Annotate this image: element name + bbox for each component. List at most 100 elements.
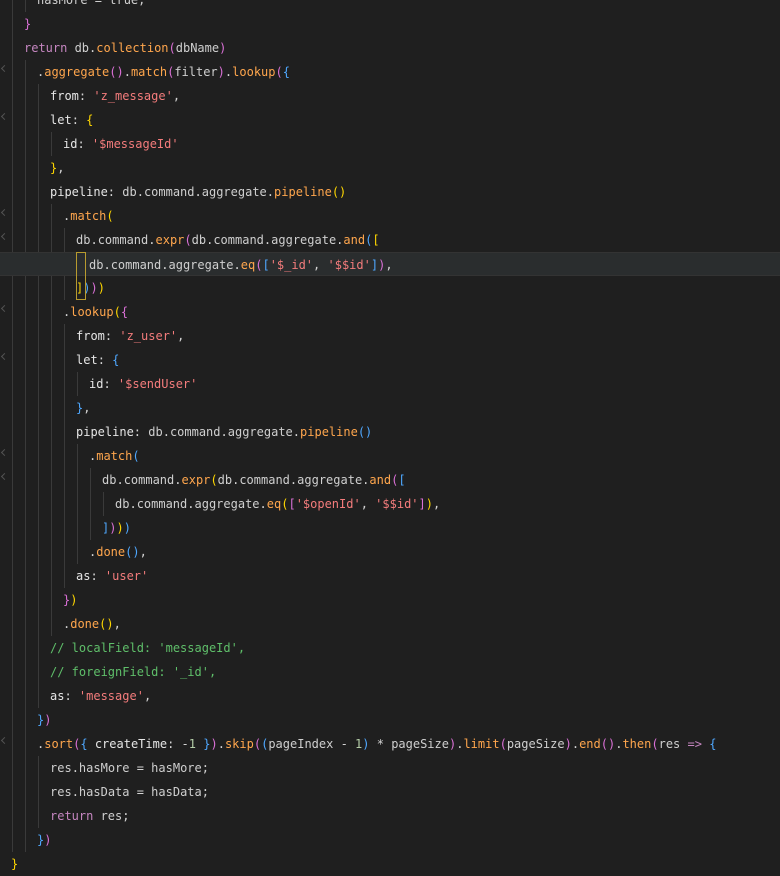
code-line-current[interactable]: db.command.aggregate.eq(['$_id', '$$id']…: [0, 252, 780, 276]
code-line[interactable]: id: '$messageId': [0, 132, 780, 156]
code-token: command: [123, 473, 175, 487]
code-token: :: [107, 185, 123, 199]
code-token: (: [499, 737, 507, 751]
code-token: createTime: [87, 737, 168, 751]
code-token: ): [116, 521, 124, 535]
code-token: expr: [181, 473, 211, 487]
code-line[interactable]: from: 'z_user',: [0, 324, 780, 348]
code-token: .: [174, 473, 182, 487]
code-line[interactable]: db.command.aggregate.eq(['$openId', '$$i…: [0, 492, 780, 516]
code-line[interactable]: }): [0, 588, 780, 612]
code-token: aggregate: [44, 65, 110, 79]
code-line[interactable]: as: 'message',: [0, 684, 780, 708]
code-token: ,: [237, 641, 246, 655]
code-line[interactable]: },: [0, 396, 780, 420]
code-token: ): [219, 41, 227, 55]
code-token: ,: [177, 329, 185, 343]
code-token: :: [77, 137, 92, 151]
code-line[interactable]: hasMore = true;: [0, 0, 780, 12]
code-token: 'z_message': [93, 89, 173, 103]
code-token: .: [90, 233, 98, 247]
code-token: and: [369, 473, 392, 487]
code-line[interactable]: .match(: [0, 444, 780, 468]
code-line[interactable]: // localField: 'messageId',: [0, 636, 780, 660]
code-token: ): [44, 833, 52, 847]
code-token: command: [136, 497, 188, 511]
code-token: (: [253, 737, 262, 751]
code-line[interactable]: .done(),: [0, 612, 780, 636]
code-token: .: [103, 258, 111, 272]
code-token: .: [194, 185, 202, 199]
code-line[interactable]: ]))): [0, 276, 780, 300]
code-line[interactable]: as: 'user': [0, 564, 780, 588]
code-token: // foreignField:: [50, 665, 173, 679]
code-line[interactable]: }: [0, 12, 780, 36]
code-token: aggregate: [168, 258, 234, 272]
code-token: as: [76, 569, 91, 583]
code-token: // localField:: [50, 641, 159, 655]
code-token: ,: [360, 497, 376, 511]
code-token: .: [129, 497, 137, 511]
code-token: ): [210, 737, 218, 751]
code-line[interactable]: }: [0, 852, 780, 876]
code-token: .: [187, 497, 195, 511]
code-token: .: [266, 185, 275, 199]
code-token: dbName: [175, 41, 220, 55]
code-line[interactable]: .lookup({: [0, 300, 780, 324]
code-line[interactable]: },: [0, 156, 780, 180]
code-token: ,: [385, 258, 393, 272]
code-line[interactable]: db.command.expr(db.command.aggregate.and…: [0, 228, 780, 252]
code-token: let: [50, 113, 72, 127]
code-line[interactable]: res.hasData = hasData;: [0, 780, 780, 804]
code-token: .: [123, 65, 131, 79]
code-line[interactable]: }): [0, 828, 780, 852]
code-token: ): [425, 497, 433, 511]
code-line[interactable]: // foreignField: '_id',: [0, 660, 780, 684]
code-token: match: [70, 209, 107, 223]
code-line[interactable]: from: 'z_message',: [0, 84, 780, 108]
code-line[interactable]: let: {: [0, 108, 780, 132]
code-line[interactable]: pipeline: db.command.aggregate.pipeline(…: [0, 180, 780, 204]
code-line[interactable]: db.command.expr(db.command.aggregate.and…: [0, 468, 780, 492]
code-line[interactable]: .done(),: [0, 540, 780, 564]
code-token: hasMore: [78, 761, 137, 775]
code-line[interactable]: id: '$sendUser': [0, 372, 780, 396]
code-line[interactable]: let: {: [0, 348, 780, 372]
code-token: (): [600, 737, 616, 751]
code-line[interactable]: }): [0, 708, 780, 732]
code-line[interactable]: .sort({ createTime: -1 }).skip((pageInde…: [0, 732, 780, 756]
code-token: (: [184, 233, 192, 247]
code-token: 'user': [104, 569, 149, 583]
code-token: match: [130, 65, 168, 79]
code-token: (): [357, 425, 373, 439]
code-token: {: [709, 737, 717, 751]
code-token: '$_id': [269, 258, 314, 272]
code-line[interactable]: res.hasMore = hasMore;: [0, 756, 780, 780]
code-token: res: [50, 761, 72, 775]
code-token: aggregate: [227, 425, 293, 439]
code-token: pageSize: [391, 737, 449, 751]
code-editor[interactable]: hasMore = true;} return db.collection(dbN…: [0, 0, 780, 874]
code-line[interactable]: ]))): [0, 516, 780, 540]
code-token: .: [71, 761, 79, 775]
code-line[interactable]: return res;: [0, 804, 780, 828]
code-token: then: [622, 737, 652, 751]
code-line[interactable]: pipeline: db.command.aggregate.pipeline(…: [0, 420, 780, 444]
code-token: db: [115, 497, 130, 511]
code-token: (: [651, 737, 659, 751]
code-token: :: [133, 425, 149, 439]
code-token: ;: [201, 761, 209, 775]
code-token: match: [96, 449, 133, 463]
code-line[interactable]: .aggregate().match(filter).lookup({: [0, 60, 780, 84]
code-token: (: [106, 209, 114, 223]
code-token: hasMore = true;: [37, 0, 146, 7]
code-line[interactable]: return db.collection(dbName): [0, 36, 780, 60]
code-token: {: [282, 65, 290, 79]
code-token: ;: [122, 809, 130, 823]
code-token: :: [103, 377, 118, 391]
code-token: 'message': [78, 689, 144, 703]
code-token: expr: [155, 233, 185, 247]
code-line[interactable]: .match(: [0, 204, 780, 228]
code-token: filter: [174, 65, 218, 79]
code-token: ,: [57, 161, 65, 175]
